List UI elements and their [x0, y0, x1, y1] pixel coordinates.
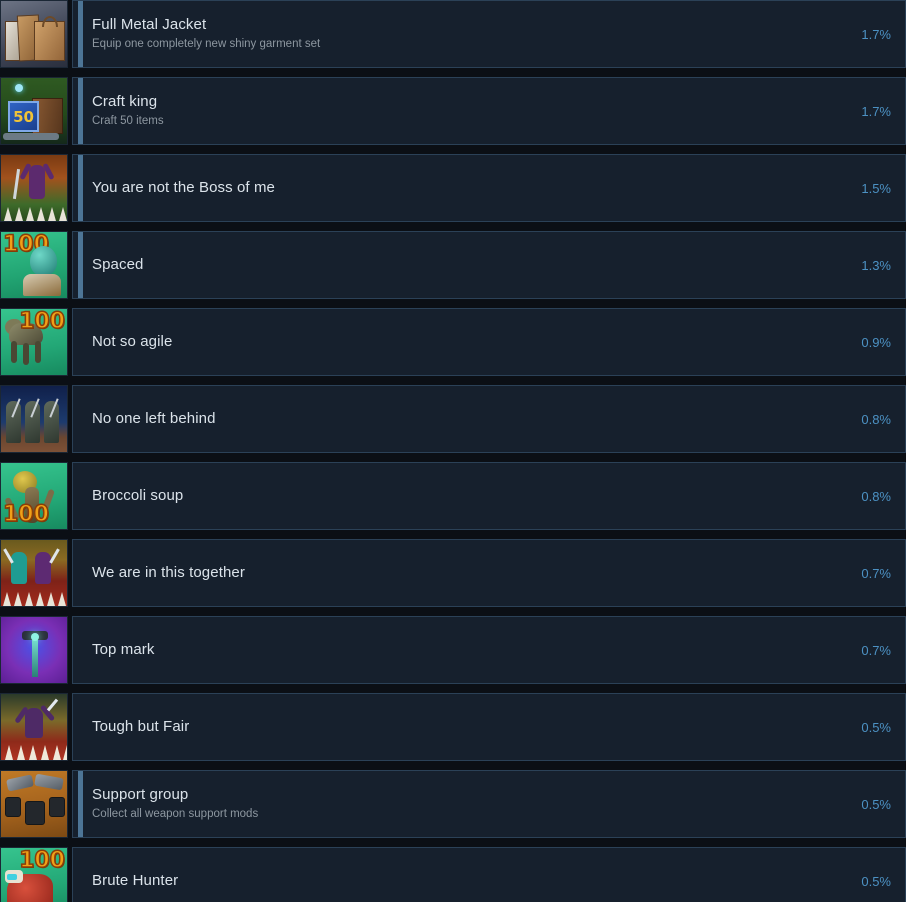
achievement-row[interactable]: 100 Not so agile 0.9%	[0, 308, 906, 376]
achievement-card[interactable]: We are in this together 0.7%	[72, 539, 906, 607]
achievement-icon	[0, 770, 68, 838]
achievement-row[interactable]: 50 Craft king Craft 50 items 1.7%	[0, 77, 906, 145]
achievement-card[interactable]: You are not the Boss of me 1.5%	[72, 154, 906, 222]
achievement-card[interactable]: Not so agile 0.9%	[72, 308, 906, 376]
achievement-text: Brute Hunter	[83, 848, 819, 902]
achievement-unlock-percent: 0.5%	[861, 719, 891, 735]
achievement-row[interactable]: Tough but Fair 0.5%	[0, 693, 906, 761]
achievement-unlock-percent: 1.3%	[861, 257, 891, 273]
achievement-unlock-percent: 0.9%	[861, 334, 891, 350]
achievement-row[interactable]: 100 Broccoli soup 0.8%	[0, 462, 906, 530]
green-100-alien-icon: 100	[1, 232, 67, 298]
green-100-plant-creature-icon: 100	[1, 463, 67, 529]
achievement-title: Support group	[92, 785, 189, 803]
achievement-icon: 50	[0, 77, 68, 145]
achievement-icon: 100	[0, 847, 68, 902]
achievement-text: Full Metal Jacket Equip one completely ne…	[83, 1, 819, 67]
achievement-unlock-percent: 0.7%	[861, 642, 891, 658]
achievement-text: Not so agile	[83, 309, 819, 375]
achievement-unlock-percent: 0.5%	[861, 873, 891, 889]
achievement-title: No one left behind	[92, 409, 216, 427]
achievement-card[interactable]: Brute Hunter 0.5%	[72, 847, 906, 902]
achievement-title: Tough but Fair	[92, 717, 190, 735]
achievement-unlock-percent: 0.8%	[861, 488, 891, 504]
achievement-row[interactable]: 100 Spaced 1.3%	[0, 231, 906, 299]
achievement-description: Equip one completely new shiny garment s…	[92, 37, 321, 50]
achievement-text: Top mark	[83, 617, 819, 683]
achievement-text: Craft king Craft 50 items	[83, 78, 819, 144]
achievement-row[interactable]: 100 Brute Hunter 0.5%	[0, 847, 906, 902]
achievement-description: Collect all weapon support mods	[92, 807, 259, 820]
achievement-icon	[0, 539, 68, 607]
achievement-title: Craft king	[92, 92, 158, 110]
achievement-text: Support group Collect all weapon support …	[83, 771, 819, 837]
achievement-text: Spaced	[83, 232, 819, 298]
achievement-unlock-percent: 0.5%	[861, 796, 891, 812]
achievement-row[interactable]: We are in this together 0.7%	[0, 539, 906, 607]
green-100-beast-icon: 100	[1, 309, 67, 375]
achievement-text: Tough but Fair	[83, 694, 819, 760]
achievement-title: Not so agile	[92, 332, 173, 350]
achievement-text: We are in this together	[83, 540, 819, 606]
achievement-icon	[0, 616, 68, 684]
achievement-icon	[0, 0, 68, 68]
achievement-row[interactable]: You are not the Boss of me 1.5%	[0, 154, 906, 222]
crafting-bench-50-icon: 50	[1, 78, 67, 144]
achievement-card[interactable]: Full Metal Jacket Equip one completely ne…	[72, 0, 906, 68]
achievement-title: We are in this together	[92, 563, 245, 581]
shopping-bags-icon	[1, 1, 67, 67]
achievement-title: Broccoli soup	[92, 486, 184, 504]
achievement-row[interactable]: No one left behind 0.8%	[0, 385, 906, 453]
achievement-card[interactable]: Craft king Craft 50 items 1.7%	[72, 77, 906, 145]
achievement-card[interactable]: Broccoli soup 0.8%	[72, 462, 906, 530]
achievement-title: Brute Hunter	[92, 871, 179, 889]
purple-boss-spikes-icon	[1, 155, 67, 221]
achievements-list: Full Metal Jacket Equip one completely ne…	[0, 0, 906, 902]
achievement-card[interactable]: Spaced 1.3%	[72, 231, 906, 299]
achievement-card[interactable]: Support group Collect all weapon support …	[72, 770, 906, 838]
achievement-icon	[0, 385, 68, 453]
achievement-card[interactable]: Tough but Fair 0.5%	[72, 693, 906, 761]
glowing-sword-icon	[1, 617, 67, 683]
purple-figure-red-spikes-icon	[1, 694, 67, 760]
achievement-row[interactable]: Support group Collect all weapon support …	[0, 770, 906, 838]
green-100-brute-icon: 100	[1, 848, 67, 902]
achievement-icon: 100	[0, 308, 68, 376]
two-figures-spikes-icon	[1, 540, 67, 606]
soldiers-walking-icon	[1, 386, 67, 452]
achievement-icon: 100	[0, 231, 68, 299]
achievement-icon: 100	[0, 462, 68, 530]
achievement-icon	[0, 693, 68, 761]
achievement-unlock-percent: 0.8%	[861, 411, 891, 427]
achievement-description: Craft 50 items	[92, 114, 164, 127]
achievement-unlock-percent: 1.7%	[861, 26, 891, 42]
achievement-card[interactable]: No one left behind 0.8%	[72, 385, 906, 453]
achievement-title: You are not the Boss of me	[92, 178, 275, 196]
weapon-support-mods-icon	[1, 771, 67, 837]
achievement-row[interactable]: Top mark 0.7%	[0, 616, 906, 684]
achievement-title: Full Metal Jacket	[92, 15, 207, 33]
achievement-text: You are not the Boss of me	[83, 155, 819, 221]
achievement-unlock-percent: 0.7%	[861, 565, 891, 581]
achievement-unlock-percent: 1.7%	[861, 103, 891, 119]
achievement-icon	[0, 154, 68, 222]
achievement-card[interactable]: Top mark 0.7%	[72, 616, 906, 684]
achievement-title: Spaced	[92, 255, 144, 273]
achievement-text: No one left behind	[83, 386, 819, 452]
achievement-text: Broccoli soup	[83, 463, 819, 529]
achievement-row[interactable]: Full Metal Jacket Equip one completely ne…	[0, 0, 906, 68]
achievement-unlock-percent: 1.5%	[861, 180, 891, 196]
achievement-title: Top mark	[92, 640, 155, 658]
